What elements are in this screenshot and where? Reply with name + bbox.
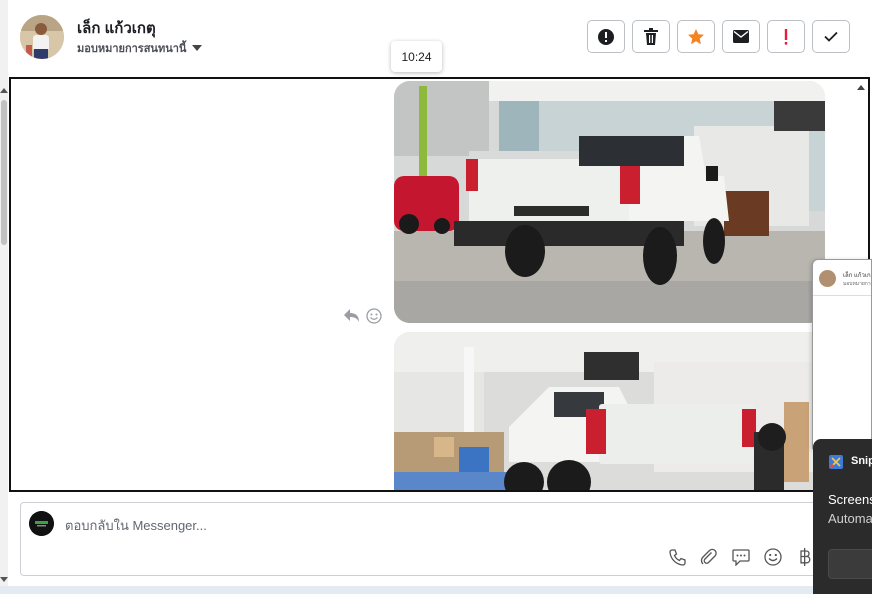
- scroll-up-arrow-icon[interactable]: [0, 88, 8, 93]
- message-time-tooltip: 10:24: [391, 41, 442, 72]
- page-avatar: [29, 511, 54, 536]
- exclamation-icon: [784, 28, 788, 45]
- spam-button[interactable]: [587, 20, 625, 53]
- saved-reply-icon[interactable]: [731, 547, 751, 567]
- conversation-actions: [587, 20, 850, 53]
- attachment-icon[interactable]: [699, 547, 719, 567]
- bottom-strip: [0, 586, 872, 594]
- assign-conversation-label: มอบหมายการสนทนานี้: [77, 43, 187, 55]
- message-thread[interactable]: [9, 77, 870, 492]
- snip-notification-button[interactable]: [828, 549, 872, 579]
- mark-done-button[interactable]: [812, 20, 850, 53]
- trash-icon: [644, 28, 658, 45]
- message-tools: [344, 308, 382, 329]
- mini-preview-window[interactable]: เล็ก แก้วเก มอบหมายการสน: [812, 259, 872, 449]
- star-icon: [688, 28, 704, 44]
- composer-tools: [667, 547, 815, 567]
- snip-notification-subtext: Automa: [828, 511, 872, 526]
- snipping-tool-icon: [828, 454, 844, 470]
- page-scrollbar[interactable]: [0, 0, 8, 594]
- mini-preview-subtitle: มอบหมายการสน: [843, 281, 871, 287]
- snip-notification-text: Screens: [828, 492, 872, 507]
- mini-preview-header: เล็ก แก้วเก มอบหมายการสน: [813, 260, 871, 296]
- assign-conversation-dropdown[interactable]: มอบหมายการสนทนานี้: [77, 39, 203, 57]
- check-icon: [824, 31, 838, 42]
- scroll-down-arrow-icon[interactable]: [0, 577, 8, 582]
- scroll-up-arrow-icon[interactable]: [857, 85, 865, 90]
- snip-notification-title: Snip: [851, 455, 872, 467]
- alert-circle-icon: [598, 28, 614, 45]
- baht-payment-icon[interactable]: [795, 547, 815, 567]
- snip-notification[interactable]: Snip Screens Automa: [813, 439, 872, 594]
- contact-name[interactable]: เล็ก แก้วเกตุ: [77, 16, 156, 40]
- follow-up-button[interactable]: [767, 20, 805, 53]
- reply-composer: [20, 502, 820, 576]
- contact-avatar[interactable]: [20, 15, 64, 59]
- page-scrollbar-thumb[interactable]: [1, 100, 7, 245]
- mark-unread-button[interactable]: [722, 20, 760, 53]
- star-button[interactable]: [677, 20, 715, 53]
- message-photo[interactable]: [394, 81, 825, 323]
- reply-icon[interactable]: [344, 309, 360, 328]
- delete-button[interactable]: [632, 20, 670, 53]
- reply-input[interactable]: [65, 515, 665, 535]
- phone-icon[interactable]: [667, 547, 687, 567]
- message-photo[interactable]: [394, 332, 825, 490]
- chevron-down-icon: [192, 45, 203, 51]
- emoji-icon[interactable]: [763, 547, 783, 567]
- envelope-icon: [733, 30, 749, 43]
- mini-avatar: [819, 270, 836, 287]
- mini-preview-name: เล็ก แก้วเก: [843, 273, 871, 279]
- emoji-reaction-icon[interactable]: [366, 308, 382, 329]
